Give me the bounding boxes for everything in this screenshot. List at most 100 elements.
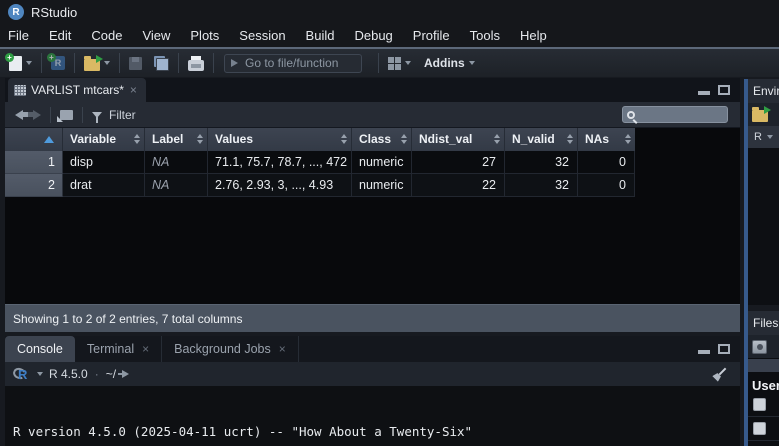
filter-icon bbox=[92, 112, 102, 118]
addins-caret-icon bbox=[469, 61, 475, 65]
pane-window-buttons bbox=[698, 344, 730, 354]
menu-code[interactable]: Code bbox=[81, 25, 132, 47]
header-class[interactable]: Class bbox=[352, 128, 412, 151]
header-label-col[interactable]: Label bbox=[145, 128, 208, 151]
header-variable[interactable]: Variable bbox=[63, 128, 145, 151]
header-rownum[interactable] bbox=[5, 128, 63, 151]
sort-toggle-icon bbox=[494, 134, 500, 144]
tab-terminal[interactable]: Terminal × bbox=[75, 336, 162, 362]
r-version-caret-icon bbox=[37, 372, 43, 376]
right-sidebar: Envir R Files User bbox=[741, 77, 779, 446]
open-folder-icon bbox=[84, 59, 100, 71]
r-logo-letter: R bbox=[18, 367, 27, 382]
filter-button[interactable]: Filter bbox=[109, 108, 136, 122]
menu-help[interactable]: Help bbox=[510, 25, 557, 47]
open-directory-icon[interactable] bbox=[122, 370, 129, 378]
show-in-new-window-icon[interactable] bbox=[60, 110, 73, 120]
header-label: Ndist_val bbox=[419, 132, 472, 146]
maximize-pane-icon[interactable] bbox=[718, 344, 730, 354]
menu-view[interactable]: View bbox=[132, 25, 180, 47]
r-version-dropdown[interactable]: R bbox=[13, 366, 30, 383]
tab-close-icon[interactable]: × bbox=[279, 344, 286, 354]
header-label: Label bbox=[152, 132, 183, 146]
table-search-input[interactable] bbox=[635, 109, 715, 121]
pane-layout-button[interactable] bbox=[385, 55, 414, 72]
cell-ndist-val: 22 bbox=[412, 174, 505, 197]
toolbar-divider bbox=[178, 53, 179, 73]
tab-varlist-mtcars[interactable]: VARLIST mtcars* × bbox=[8, 78, 146, 102]
open-file-button[interactable] bbox=[81, 54, 113, 73]
menu-session[interactable]: Session bbox=[229, 25, 295, 47]
pane-window-buttons bbox=[698, 85, 730, 95]
header-n-valid[interactable]: N_valid bbox=[505, 128, 578, 151]
environment-pane: Envir R bbox=[748, 79, 779, 305]
back-arrow-icon[interactable] bbox=[15, 110, 23, 120]
cell-values: 2.76, 2.93, 3, ..., 4.93 bbox=[208, 174, 352, 197]
menu-file[interactable]: File bbox=[8, 25, 39, 47]
clear-console-broom-icon[interactable] bbox=[709, 363, 732, 386]
environment-r-label: R bbox=[754, 131, 762, 143]
cell-variable: disp bbox=[63, 151, 145, 174]
header-label: Class bbox=[359, 132, 391, 146]
sort-toggle-icon bbox=[134, 134, 140, 144]
new-project-button[interactable]: R+ bbox=[48, 54, 68, 72]
new-file-icon: + bbox=[9, 56, 22, 71]
environment-pane-title[interactable]: Envir bbox=[748, 79, 779, 103]
menu-build[interactable]: Build bbox=[296, 25, 345, 47]
menu-profile[interactable]: Profile bbox=[403, 25, 460, 47]
toolbar-dot-separator: · bbox=[95, 367, 99, 381]
goto-file-function-input[interactable] bbox=[245, 56, 345, 70]
header-ndist-val[interactable]: Ndist_val bbox=[412, 128, 505, 151]
files-toolbar bbox=[748, 335, 779, 358]
cell-nas: 0 bbox=[578, 174, 635, 197]
window-title: RStudio bbox=[31, 5, 77, 20]
pane-layout-grid-icon bbox=[388, 57, 401, 70]
tab-close-icon[interactable]: × bbox=[142, 344, 149, 354]
file-row[interactable] bbox=[748, 417, 779, 441]
save-all-button[interactable] bbox=[151, 54, 172, 73]
print-button[interactable] bbox=[185, 54, 207, 73]
forward-arrow-icon[interactable] bbox=[33, 110, 41, 120]
tab-close-icon[interactable]: × bbox=[130, 85, 137, 95]
toolbar-divider bbox=[50, 107, 51, 123]
tab-background-jobs[interactable]: Background Jobs × bbox=[162, 336, 299, 362]
tab-console[interactable]: Console bbox=[5, 336, 75, 362]
sort-toggle-icon bbox=[401, 134, 407, 144]
cell-label: NA bbox=[145, 151, 208, 174]
header-label: NAs bbox=[585, 132, 609, 146]
goto-file-function-box[interactable] bbox=[224, 54, 362, 73]
menu-tools[interactable]: Tools bbox=[460, 25, 510, 47]
toolbar-divider bbox=[74, 53, 75, 73]
minimize-pane-icon[interactable] bbox=[698, 86, 710, 95]
table-status-bar: Showing 1 to 2 of 2 entries, 7 total col… bbox=[5, 304, 740, 332]
working-directory-label[interactable]: ~/ bbox=[106, 367, 116, 381]
file-checkbox[interactable] bbox=[753, 398, 766, 411]
file-checkbox[interactable] bbox=[753, 422, 766, 435]
cell-class: numeric bbox=[352, 151, 412, 174]
cell-variable: drat bbox=[63, 174, 145, 197]
environment-language-dropdown[interactable]: R bbox=[748, 126, 779, 148]
sort-toggle-icon bbox=[567, 134, 573, 144]
sort-toggle-icon bbox=[341, 134, 347, 144]
addins-button[interactable]: Addins bbox=[424, 56, 465, 70]
files-pane-title[interactable]: Files bbox=[748, 311, 779, 335]
maximize-pane-icon[interactable] bbox=[718, 85, 730, 95]
file-row[interactable] bbox=[748, 393, 779, 417]
new-file-caret-icon bbox=[26, 61, 32, 65]
menu-edit[interactable]: Edit bbox=[39, 25, 81, 47]
table-header-row: Variable Label Values Class Ndist_val bbox=[5, 128, 635, 151]
save-button[interactable] bbox=[126, 55, 145, 72]
r-version-label[interactable]: R 4.5.0 bbox=[49, 367, 88, 381]
console-toolbar: R R 4.5.0 · ~/ bbox=[5, 362, 740, 386]
load-workspace-folder-icon[interactable] bbox=[752, 110, 768, 122]
table-search-box[interactable] bbox=[622, 106, 728, 123]
toolbar-divider bbox=[378, 53, 379, 73]
minimize-pane-icon[interactable] bbox=[698, 345, 710, 354]
new-blank-file-icon[interactable] bbox=[752, 340, 767, 354]
save-icon bbox=[129, 57, 142, 70]
header-values[interactable]: Values bbox=[208, 128, 352, 151]
header-nas[interactable]: NAs bbox=[578, 128, 635, 151]
menu-plots[interactable]: Plots bbox=[180, 25, 229, 47]
menu-debug[interactable]: Debug bbox=[344, 25, 402, 47]
new-file-button[interactable]: + bbox=[6, 54, 35, 73]
